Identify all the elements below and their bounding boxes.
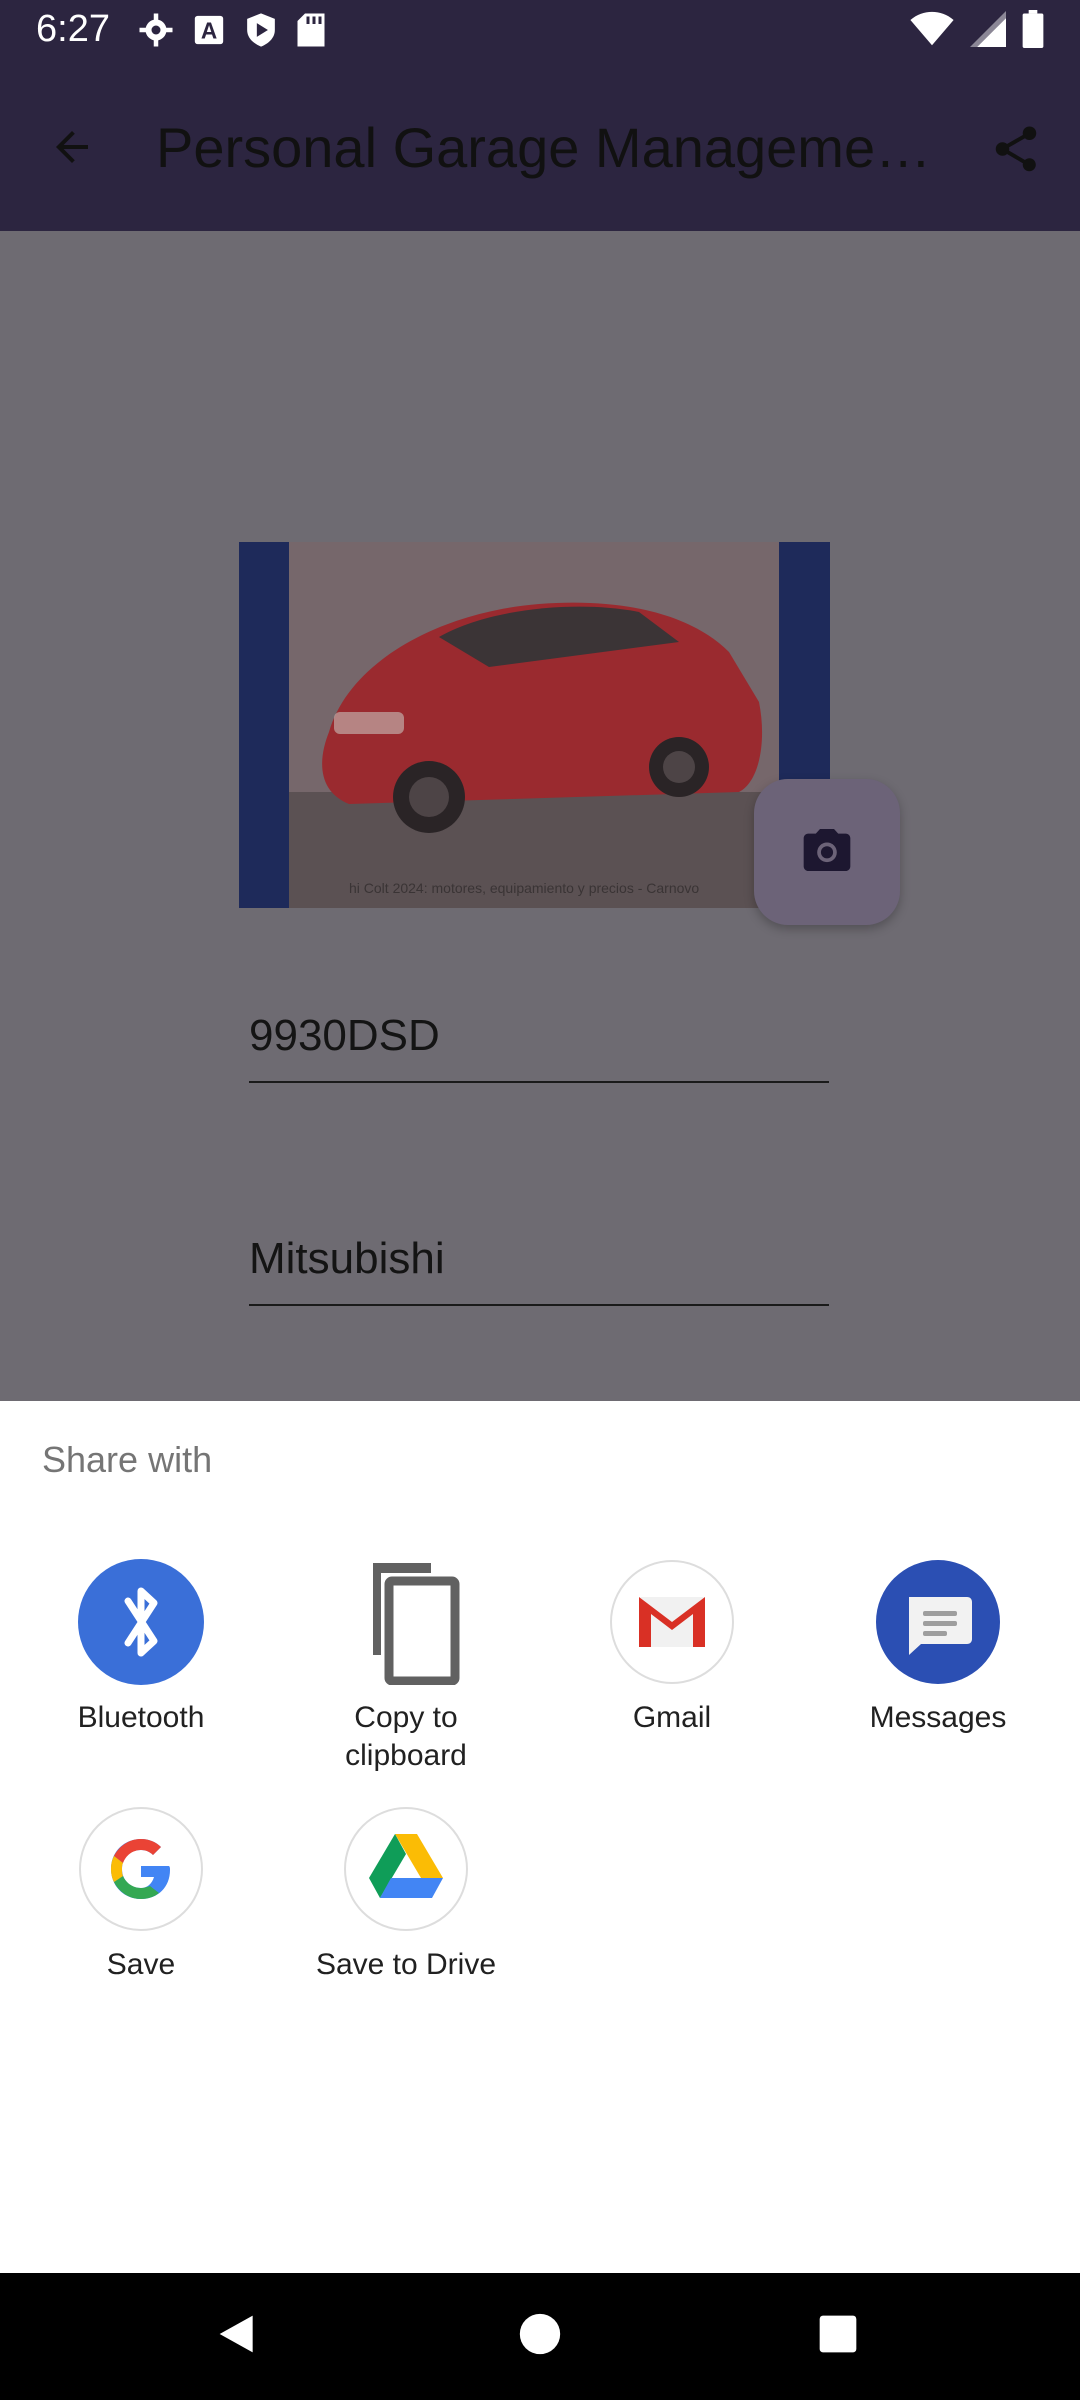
copy-icon bbox=[343, 1559, 469, 1685]
google-icon bbox=[78, 1806, 204, 1932]
share-sheet-title: Share with bbox=[42, 1439, 213, 1480]
sd-card-icon bbox=[296, 12, 326, 53]
drive-icon bbox=[343, 1806, 469, 1932]
make-field[interactable]: Mitsubishi bbox=[249, 1234, 829, 1306]
plate-value: 9930DSD bbox=[249, 1011, 440, 1060]
camera-button[interactable] bbox=[754, 779, 900, 925]
share-target-save[interactable]: Save bbox=[41, 1806, 241, 1984]
car-image: hi Colt 2024: motores, equipamiento y pr… bbox=[289, 542, 779, 908]
nav-back-button[interactable] bbox=[213, 2311, 263, 2361]
settings-icon bbox=[138, 12, 174, 53]
camera-icon bbox=[799, 822, 855, 883]
svg-text:A: A bbox=[201, 18, 217, 44]
share-button[interactable] bbox=[976, 111, 1056, 191]
share-icon bbox=[989, 122, 1043, 181]
signal-icon bbox=[970, 11, 1006, 52]
wifi-icon bbox=[910, 11, 954, 52]
share-target-copy[interactable]: Copy to clipboard bbox=[306, 1559, 506, 1775]
make-underline bbox=[249, 1304, 829, 1306]
page-title: Personal Garage Manageme… bbox=[156, 116, 932, 179]
arrow-left-icon bbox=[48, 123, 96, 176]
share-target-messages[interactable]: Messages bbox=[838, 1559, 1038, 1737]
messages-icon bbox=[875, 1559, 1001, 1685]
status-bar: 6:27 A bbox=[0, 0, 1080, 63]
back-triangle-icon bbox=[216, 2312, 260, 2361]
vehicle-detail-content: hi Colt 2024: motores, equipamiento y pr… bbox=[0, 231, 1080, 1401]
share-target-gmail[interactable]: Gmail bbox=[572, 1559, 772, 1737]
recents-square-icon bbox=[818, 2314, 858, 2359]
home-circle-icon bbox=[518, 2312, 562, 2361]
share-target-drive[interactable]: Save to Drive bbox=[306, 1806, 506, 1984]
share-target-label: Save bbox=[106, 1948, 176, 1981]
share-target-bluetooth[interactable]: Bluetooth bbox=[41, 1559, 241, 1737]
share-target-label: Gmail bbox=[632, 1701, 712, 1734]
bluetooth-icon bbox=[78, 1559, 204, 1685]
share-target-label: Messages bbox=[869, 1701, 1007, 1734]
system-nav-bar bbox=[0, 2273, 1080, 2400]
plate-field[interactable]: 9930DSD bbox=[249, 1011, 829, 1083]
share-target-label: Copy to clipboard bbox=[345, 1701, 467, 1772]
play-shield-icon bbox=[244, 12, 278, 53]
photo-caption: hi Colt 2024: motores, equipamiento y pr… bbox=[349, 880, 700, 896]
car-photo[interactable]: hi Colt 2024: motores, equipamiento y pr… bbox=[239, 542, 830, 908]
back-button[interactable] bbox=[36, 113, 108, 185]
gmail-icon bbox=[609, 1559, 735, 1685]
share-target-label: Save to Drive bbox=[315, 1948, 497, 1981]
app-bar: Personal Garage Manageme… bbox=[0, 63, 1080, 231]
battery-icon bbox=[1022, 10, 1044, 53]
nav-home-button[interactable] bbox=[515, 2311, 565, 2361]
make-value: Mitsubishi bbox=[249, 1234, 445, 1283]
status-time: 6:27 bbox=[36, 8, 110, 50]
share-sheet: Share with Bluetooth Copy to clipboard G… bbox=[0, 1401, 1080, 2273]
plate-underline bbox=[249, 1081, 829, 1083]
share-target-label: Bluetooth bbox=[77, 1701, 205, 1734]
nav-recents-button[interactable] bbox=[813, 2311, 863, 2361]
a-badge-icon: A bbox=[192, 13, 226, 52]
